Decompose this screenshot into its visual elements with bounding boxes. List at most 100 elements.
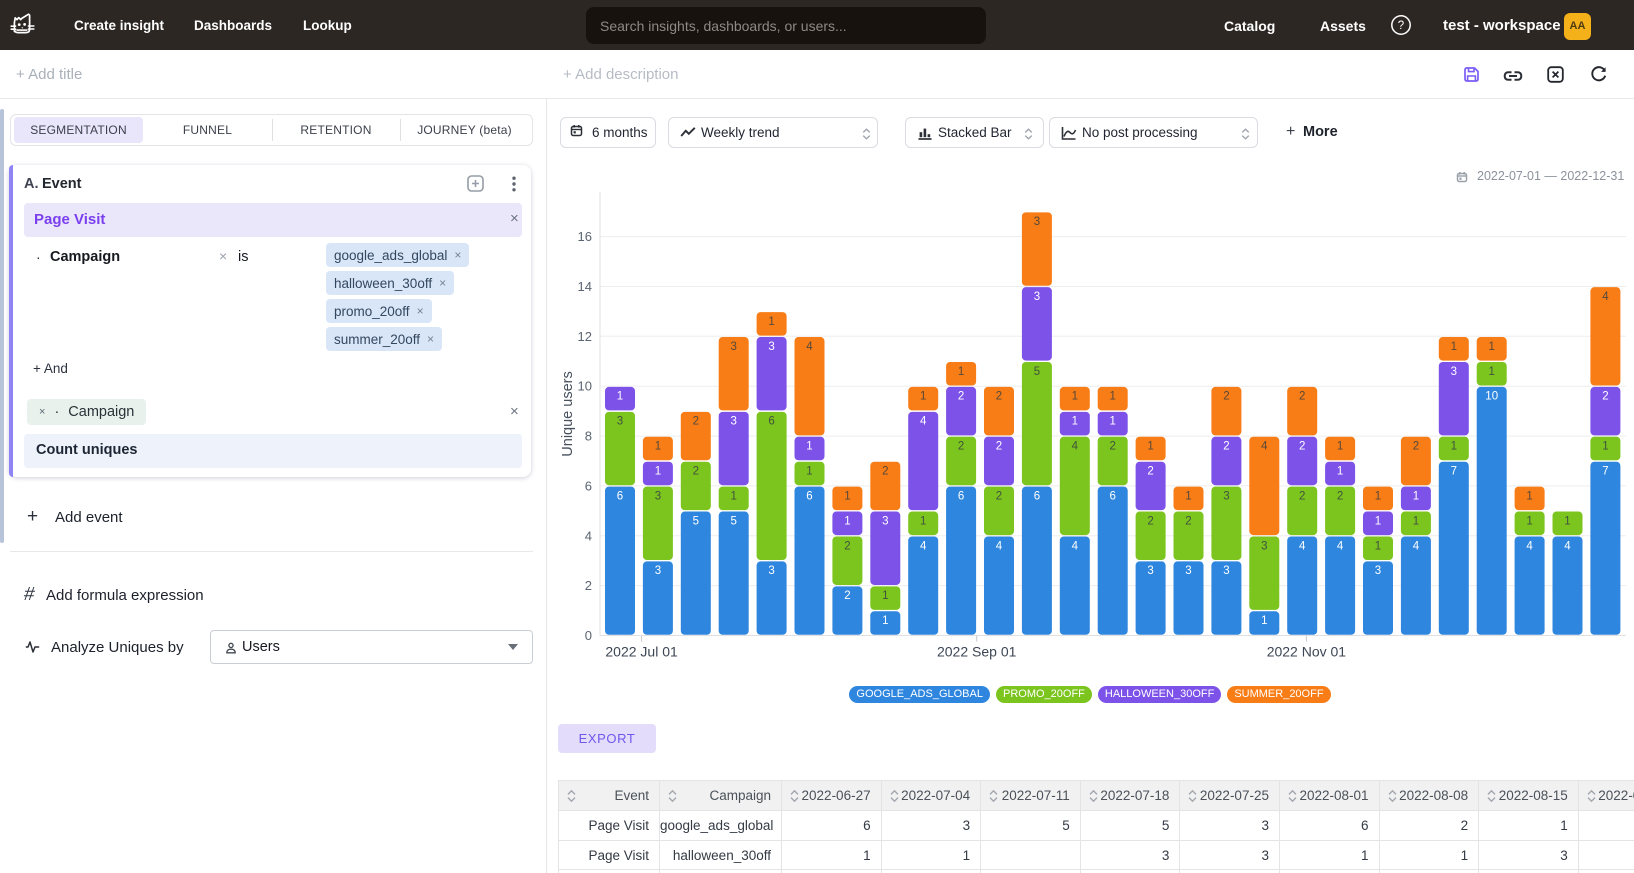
svg-text:1: 1 — [1413, 515, 1419, 527]
svg-text:1: 1 — [1147, 441, 1153, 453]
svg-text:2: 2 — [1602, 391, 1608, 403]
svg-text:1: 1 — [655, 465, 661, 477]
svg-text:?: ? — [1398, 20, 1404, 32]
svg-text:2: 2 — [996, 490, 1002, 502]
svg-text:1: 1 — [1564, 515, 1570, 527]
svg-text:2: 2 — [1337, 490, 1343, 502]
svg-text:3: 3 — [1451, 366, 1457, 378]
svg-text:1: 1 — [1526, 490, 1532, 502]
svg-text:1: 1 — [844, 490, 850, 502]
svg-text:1: 1 — [1375, 490, 1381, 502]
svg-text:3: 3 — [730, 341, 736, 353]
svg-text:2: 2 — [1223, 391, 1229, 403]
svg-text:6: 6 — [806, 490, 812, 502]
svg-text:2: 2 — [1223, 441, 1229, 453]
svg-text:3: 3 — [1034, 216, 1040, 228]
svg-text:1: 1 — [655, 441, 661, 453]
svg-text:4: 4 — [806, 341, 813, 353]
svg-text:1: 1 — [1413, 490, 1419, 502]
svg-text:6: 6 — [768, 416, 774, 428]
svg-text:3: 3 — [730, 416, 736, 428]
svg-text:1: 1 — [1337, 465, 1343, 477]
svg-text:1: 1 — [1375, 540, 1381, 552]
svg-text:5: 5 — [693, 515, 699, 527]
svg-text:7: 7 — [1602, 465, 1608, 477]
svg-text:16: 16 — [578, 229, 592, 244]
svg-text:4: 4 — [996, 540, 1003, 552]
svg-text:Unique users: Unique users — [560, 371, 576, 456]
svg-text:3: 3 — [1147, 565, 1153, 577]
svg-text:3: 3 — [1185, 565, 1191, 577]
svg-text:1: 1 — [920, 391, 926, 403]
svg-text:2022 Nov 01: 2022 Nov 01 — [1267, 644, 1347, 660]
svg-text:1: 1 — [1488, 366, 1494, 378]
svg-text:4: 4 — [1526, 540, 1533, 552]
svg-text:2: 2 — [1147, 515, 1153, 527]
svg-text:6: 6 — [1034, 490, 1040, 502]
svg-text:1: 1 — [768, 316, 774, 328]
svg-text:7: 7 — [1451, 465, 1457, 477]
svg-text:2022 Jul 01: 2022 Jul 01 — [605, 644, 678, 660]
svg-text:2: 2 — [844, 590, 850, 602]
svg-text:4: 4 — [1072, 540, 1079, 552]
svg-text:4: 4 — [1337, 540, 1344, 552]
svg-text:4: 4 — [1602, 291, 1609, 303]
svg-text:2: 2 — [693, 465, 699, 477]
svg-text:2: 2 — [1413, 441, 1419, 453]
svg-text:1: 1 — [617, 391, 623, 403]
svg-text:14: 14 — [578, 279, 592, 294]
svg-text:2: 2 — [1147, 465, 1153, 477]
svg-text:1: 1 — [1185, 490, 1191, 502]
svg-text:6: 6 — [617, 490, 623, 502]
svg-text:2022 Sep 01: 2022 Sep 01 — [937, 644, 1017, 660]
svg-text:4: 4 — [1072, 441, 1079, 453]
svg-text:1: 1 — [882, 615, 888, 627]
svg-text:2: 2 — [844, 540, 850, 552]
svg-text:4: 4 — [1261, 441, 1268, 453]
svg-text:1: 1 — [730, 490, 736, 502]
svg-text:2: 2 — [1299, 391, 1305, 403]
svg-text:1: 1 — [806, 441, 812, 453]
svg-text:8: 8 — [585, 429, 592, 444]
svg-text:1: 1 — [1072, 416, 1078, 428]
svg-text:3: 3 — [1223, 490, 1229, 502]
svg-text:2: 2 — [996, 391, 1002, 403]
svg-text:2: 2 — [882, 465, 888, 477]
svg-text:4: 4 — [1413, 540, 1420, 552]
svg-text:3: 3 — [1223, 565, 1229, 577]
svg-text:5: 5 — [1034, 366, 1040, 378]
svg-text:3: 3 — [768, 341, 774, 353]
svg-text:2: 2 — [585, 578, 592, 593]
svg-text:1: 1 — [1488, 341, 1494, 353]
svg-text:3: 3 — [617, 416, 623, 428]
svg-text:0: 0 — [585, 628, 592, 643]
svg-text:2: 2 — [1109, 441, 1115, 453]
svg-text:2: 2 — [958, 391, 964, 403]
svg-text:2: 2 — [1185, 515, 1191, 527]
svg-text:1: 1 — [844, 515, 850, 527]
svg-text:2: 2 — [1299, 490, 1305, 502]
svg-text:1: 1 — [1375, 515, 1381, 527]
svg-text:2: 2 — [958, 441, 964, 453]
svg-text:6: 6 — [958, 490, 964, 502]
svg-text:3: 3 — [768, 565, 774, 577]
svg-text:1: 1 — [1602, 441, 1608, 453]
svg-text:2: 2 — [996, 441, 1002, 453]
svg-text:10: 10 — [578, 379, 592, 394]
svg-text:1: 1 — [1337, 441, 1343, 453]
svg-text:4: 4 — [920, 416, 927, 428]
svg-text:1: 1 — [1261, 615, 1267, 627]
svg-text:2: 2 — [1299, 441, 1305, 453]
svg-text:1: 1 — [1451, 441, 1457, 453]
svg-text:3: 3 — [655, 490, 661, 502]
svg-text:12: 12 — [578, 329, 592, 344]
svg-text:3: 3 — [1375, 565, 1381, 577]
svg-text:2: 2 — [693, 416, 699, 428]
svg-text:3: 3 — [655, 565, 661, 577]
svg-text:5: 5 — [730, 515, 736, 527]
svg-text:3: 3 — [882, 515, 888, 527]
svg-text:1: 1 — [1109, 391, 1115, 403]
svg-text:3: 3 — [1261, 540, 1267, 552]
svg-text:1: 1 — [882, 590, 888, 602]
svg-text:10: 10 — [1485, 391, 1498, 403]
